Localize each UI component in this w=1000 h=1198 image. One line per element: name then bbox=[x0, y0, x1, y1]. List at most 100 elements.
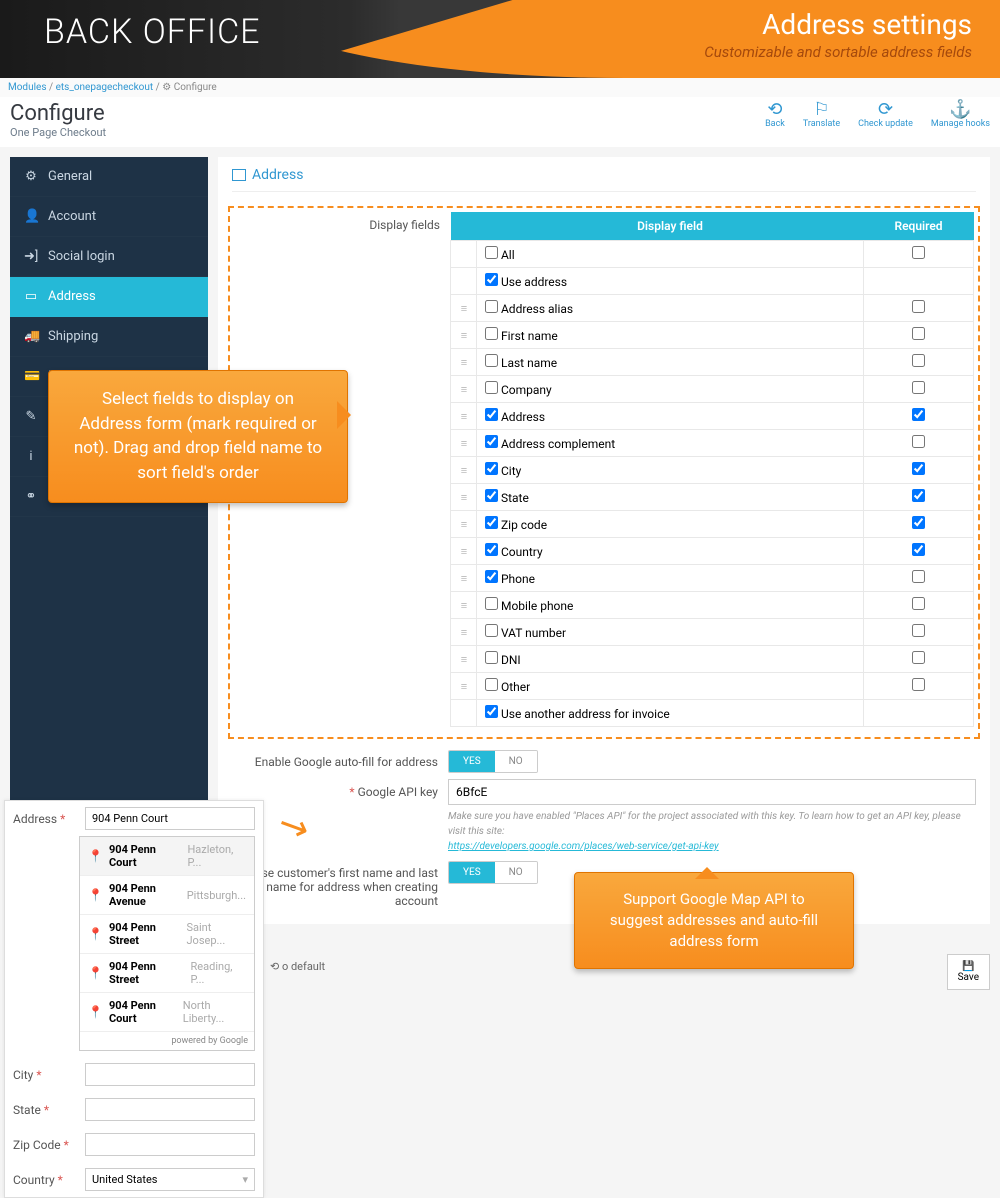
required-checkbox[interactable] bbox=[912, 516, 925, 529]
drag-handle-icon[interactable]: ≡ bbox=[451, 376, 477, 403]
field-label[interactable]: Last name bbox=[485, 356, 557, 370]
field-label[interactable]: Country bbox=[485, 545, 543, 559]
field-label[interactable]: Phone bbox=[485, 572, 535, 586]
field-label[interactable]: Use address bbox=[485, 275, 567, 289]
use-name-toggle[interactable]: YES NO bbox=[448, 861, 538, 884]
autocomplete-option[interactable]: 📍904 Penn Court North Liberty... bbox=[80, 993, 254, 1032]
required-checkbox[interactable] bbox=[912, 570, 925, 583]
drag-handle-icon[interactable]: ≡ bbox=[451, 349, 477, 376]
display-checkbox[interactable] bbox=[485, 705, 498, 718]
required-checkbox[interactable] bbox=[912, 246, 925, 259]
display-checkbox[interactable] bbox=[485, 300, 498, 313]
display-checkbox[interactable] bbox=[485, 408, 498, 421]
sidebar-item-shipping[interactable]: 🚚Shipping bbox=[10, 317, 208, 357]
display-checkbox[interactable] bbox=[485, 462, 498, 475]
display-checkbox[interactable] bbox=[485, 516, 498, 529]
drag-handle-icon[interactable]: ≡ bbox=[451, 592, 477, 619]
required-checkbox[interactable] bbox=[912, 354, 925, 367]
demo-state-input[interactable] bbox=[85, 1098, 255, 1121]
breadcrumb-module-name[interactable]: ets_onepagecheckout bbox=[56, 82, 154, 93]
display-checkbox[interactable] bbox=[485, 597, 498, 610]
required-checkbox[interactable] bbox=[912, 543, 925, 556]
field-label[interactable]: All bbox=[485, 248, 515, 262]
field-label[interactable]: Mobile phone bbox=[485, 599, 573, 613]
required-checkbox[interactable] bbox=[912, 381, 925, 394]
field-label[interactable]: City bbox=[485, 464, 521, 478]
callout-google: Support Google Map API to suggest addres… bbox=[574, 872, 854, 969]
reset-button[interactable]: ⟲ o default bbox=[270, 960, 325, 973]
field-label[interactable]: Address alias bbox=[485, 302, 573, 316]
sidebar-item-social-login[interactable]: ➜]Social login bbox=[10, 237, 208, 277]
api-key-label: * Google API key bbox=[232, 779, 448, 799]
drag-handle-icon[interactable]: ≡ bbox=[451, 430, 477, 457]
demo-address-input[interactable] bbox=[85, 807, 255, 830]
sidebar-item-account[interactable]: 👤Account bbox=[10, 197, 208, 237]
drag-handle-icon[interactable]: ≡ bbox=[451, 403, 477, 430]
field-label[interactable]: Use another address for invoice bbox=[485, 707, 670, 721]
field-label[interactable]: State bbox=[485, 491, 529, 505]
sidebar-item-general[interactable]: ⚙General bbox=[10, 157, 208, 197]
required-checkbox[interactable] bbox=[912, 408, 925, 421]
display-checkbox[interactable] bbox=[485, 570, 498, 583]
field-label[interactable]: VAT number bbox=[485, 626, 566, 640]
field-row: ≡ First name bbox=[451, 322, 974, 349]
drag-handle-icon[interactable]: ≡ bbox=[451, 295, 477, 322]
required-checkbox[interactable] bbox=[912, 651, 925, 664]
sidebar-icon: ▭ bbox=[24, 289, 38, 304]
sidebar-label: Account bbox=[48, 209, 96, 224]
drag-handle-icon[interactable]: ≡ bbox=[451, 619, 477, 646]
autocomplete-option[interactable]: 📍904 Penn Avenue Pittsburgh... bbox=[80, 876, 254, 915]
autocomplete-option[interactable]: 📍904 Penn Court Hazleton, P... bbox=[80, 837, 254, 876]
api-key-input[interactable] bbox=[448, 779, 976, 805]
autocomplete-option[interactable]: 📍904 Penn Street Saint Josep... bbox=[80, 915, 254, 954]
display-checkbox[interactable] bbox=[485, 273, 498, 286]
display-checkbox[interactable] bbox=[485, 543, 498, 556]
drag-handle-icon[interactable]: ≡ bbox=[451, 457, 477, 484]
drag-handle-icon[interactable]: ≡ bbox=[451, 646, 477, 673]
breadcrumb-modules[interactable]: Modules bbox=[8, 82, 46, 93]
manage-hooks-button[interactable]: ⚓Manage hooks bbox=[931, 101, 990, 129]
required-checkbox[interactable] bbox=[912, 435, 925, 448]
display-checkbox[interactable] bbox=[485, 435, 498, 448]
translate-button[interactable]: ⚐Translate bbox=[803, 101, 840, 129]
field-label[interactable]: First name bbox=[485, 329, 558, 343]
sidebar-item-address[interactable]: ▭Address bbox=[10, 277, 208, 317]
field-label[interactable]: Address bbox=[485, 410, 545, 424]
display-checkbox[interactable] bbox=[485, 489, 498, 502]
drag-handle-icon[interactable]: ≡ bbox=[451, 322, 477, 349]
save-button[interactable]: 💾Save bbox=[947, 954, 990, 990]
check-update-button[interactable]: ⟳Check update bbox=[858, 101, 913, 129]
enable-autofill-toggle[interactable]: YES NO bbox=[448, 750, 538, 773]
required-checkbox[interactable] bbox=[912, 327, 925, 340]
field-label[interactable]: Address complement bbox=[485, 437, 615, 451]
field-label[interactable]: DNI bbox=[485, 653, 521, 667]
field-label[interactable]: Other bbox=[485, 680, 530, 694]
demo-city-input[interactable] bbox=[85, 1063, 255, 1086]
display-checkbox[interactable] bbox=[485, 246, 498, 259]
drag-handle-icon[interactable]: ≡ bbox=[451, 565, 477, 592]
display-checkbox[interactable] bbox=[485, 651, 498, 664]
demo-country-select[interactable]: United States ▾ bbox=[85, 1168, 255, 1191]
display-checkbox[interactable] bbox=[485, 327, 498, 340]
back-button[interactable]: ⟲Back bbox=[765, 101, 785, 129]
required-checkbox[interactable] bbox=[912, 489, 925, 502]
field-label[interactable]: Company bbox=[485, 383, 552, 397]
drag-handle-icon[interactable]: ≡ bbox=[451, 511, 477, 538]
drag-handle-icon[interactable]: ≡ bbox=[451, 484, 477, 511]
required-checkbox[interactable] bbox=[912, 300, 925, 313]
display-checkbox[interactable] bbox=[485, 381, 498, 394]
drag-handle-icon[interactable]: ≡ bbox=[451, 538, 477, 565]
required-checkbox[interactable] bbox=[912, 597, 925, 610]
autocomplete-option[interactable]: 📍904 Penn Street Reading, P... bbox=[80, 954, 254, 993]
demo-zip-input[interactable] bbox=[85, 1133, 255, 1156]
promo-banner: BACK OFFICE Address settings Customizabl… bbox=[0, 0, 1000, 78]
drag-handle-icon[interactable]: ≡ bbox=[451, 673, 477, 700]
required-checkbox[interactable] bbox=[912, 678, 925, 691]
field-label[interactable]: Zip code bbox=[485, 518, 547, 532]
api-key-link[interactable]: https://developers.google.com/places/web… bbox=[448, 841, 719, 852]
display-checkbox[interactable] bbox=[485, 624, 498, 637]
required-checkbox[interactable] bbox=[912, 624, 925, 637]
required-checkbox[interactable] bbox=[912, 462, 925, 475]
display-checkbox[interactable] bbox=[485, 354, 498, 367]
display-checkbox[interactable] bbox=[485, 678, 498, 691]
